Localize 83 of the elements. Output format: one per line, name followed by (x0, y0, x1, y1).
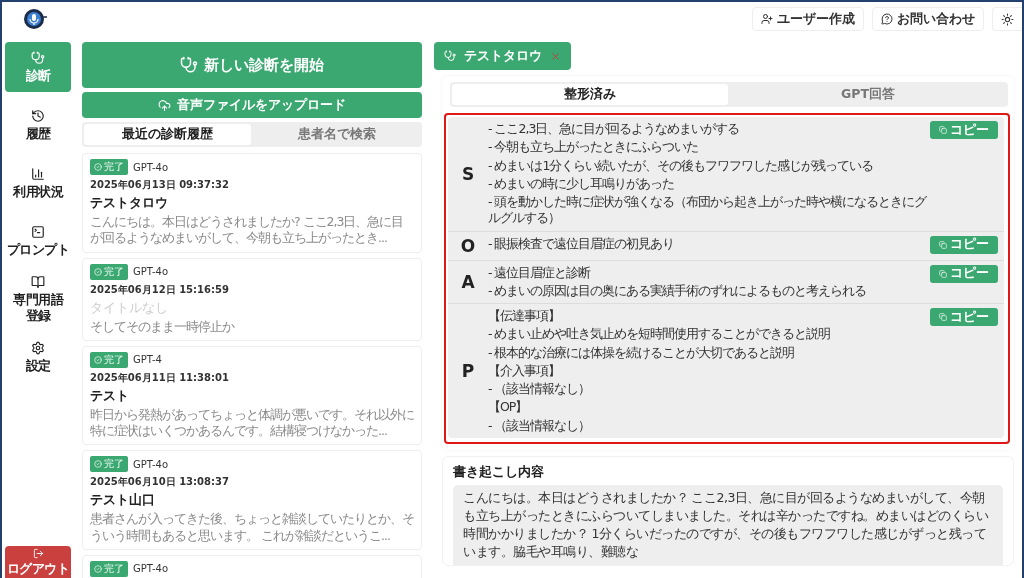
header-button[interactable]: お問い合わせ (872, 7, 984, 31)
soap-line: 【伝達事項】 (488, 308, 561, 325)
model-name: GPT-4o (133, 563, 169, 575)
soap-line: - めまいの時に少し耳鳴りがあった (488, 175, 676, 192)
logout-button[interactable]: ログアウト (5, 546, 71, 578)
soap-line: 【OP】 (488, 399, 529, 416)
card-excerpt: こんにちは。本日はどうされましたか? ここ2,3日、急に目が回るようなめまいがして、今朝も立ち上がったとき... (90, 214, 405, 247)
card-title: テストタロウ (90, 195, 169, 211)
sidebar-item[interactable]: 履歴 (5, 100, 71, 150)
soap-line: - 遠位目眉症と診断 (488, 264, 592, 281)
history-icon (31, 108, 45, 123)
soap-line: - 眼振検査で遠位目眉症の初見あり (488, 235, 676, 252)
history-card[interactable]: 完了 GPT-4o 2025年06月10日 13:08:37 テスト山口 患者さんが入ってきた後、ちょっと雑談していたりとか、そういう時間もあると思います。 これが雑談だというこ... (82, 450, 422, 550)
status-badge: 完了 (90, 456, 128, 473)
sidebar-item[interactable]: 利用状況 (5, 158, 71, 208)
theme-toggle-button[interactable] (992, 7, 1022, 31)
soap-line: - めまいの原因は目の奥にある実績手術のずれによるものと考えられる (488, 282, 868, 299)
soap-letter: A (461, 271, 475, 292)
soap-line: - 根本的な治療には体操を続けることが大切であると説明 (488, 344, 796, 361)
sun-icon (1001, 12, 1014, 26)
model-name: GPT-4 (133, 354, 162, 366)
card-title: テスト (90, 387, 130, 404)
copy-icon (939, 269, 947, 278)
view-tab[interactable]: GPT回答 (730, 84, 1006, 105)
logo-icon (22, 8, 48, 30)
model-name: GPT-4o (133, 161, 169, 173)
card-excerpt: 昨日から発熱があってちょっと体調が悪いです。それ以外に特に症状はいくつかあるんです。結構寝つけなかった... (90, 406, 414, 440)
soap-line: - めまい止めや吐き気止めを短時間使用することができると説明 (488, 326, 832, 343)
history-card[interactable]: 完了 GPT-4o (82, 554, 422, 578)
upload-icon (158, 98, 171, 112)
soap-line: - 今朝も立ち上がったときにふらついた (488, 139, 700, 156)
view-tab[interactable]: 整形済み (452, 84, 728, 105)
status-badge: 完了 (90, 159, 128, 175)
copy-icon (939, 126, 947, 134)
transcript-text: こんにちは。本日はどうされましたか？ ここ2,3日、急に目が回るようなめまいがして、今朝も立ち上がったときにふらついてしまいました。それは辛かったですね。めまいはどのくらい時間かかりましたか？ 1分くらいだったのですが、その後もフワフワした感じがずっと残っています。脇毛や耳鳴り、難聴な (453, 484, 1003, 566)
copy-icon (939, 313, 947, 321)
sidebar-item[interactable]: 専門用語登録 (5, 274, 71, 324)
soap-line: - （該当情報なし） (488, 381, 592, 398)
soap-letter: S (461, 163, 475, 184)
sidebar-item[interactable]: プロンプト (5, 216, 71, 266)
history-card[interactable]: 完了 GPT-4o 2025年06月13日 09:37:32 テストタロウ こんにちは。本日はどうされましたか? ここ2,3日、急に目が回るようなめまいがして、今朝も立ち上がったとき... (82, 153, 422, 253)
history-tab[interactable]: 患者名で検索 (253, 124, 420, 145)
model-name: GPT-4o (133, 458, 169, 470)
header-button[interactable]: ユーザー作成 (752, 7, 864, 31)
card-title: テスト山口 (90, 492, 156, 509)
book-icon (31, 274, 45, 289)
transcript-title: 書き起こし内容 (453, 462, 545, 481)
check-icon (94, 267, 102, 276)
stethoscope-icon (180, 56, 198, 74)
soap-line: 【介入事項】 (488, 362, 561, 379)
bar-chart-icon (31, 166, 45, 181)
logout-icon (32, 548, 44, 559)
check-icon (94, 163, 102, 171)
card-date: 2025年06月11日 11:38:01 (90, 370, 230, 385)
card-date: 2025年06月10日 13:08:37 (90, 475, 230, 490)
status-badge: 完了 (90, 560, 128, 577)
soap-letter: O (460, 235, 476, 256)
stethoscope-icon (444, 50, 456, 62)
card-excerpt: 患者さんが入ってきた後、ちょっと雑談していたりとか、そういう時間もあると思います。 これが雑談だというこ... (90, 511, 414, 544)
soap-line: - ここ2,3日、急に目が回るようなめまいがする (488, 121, 741, 138)
tab-label: テストタロウ (464, 47, 542, 65)
check-icon (94, 564, 102, 573)
help-icon (881, 13, 893, 25)
status-badge: 完了 (90, 263, 128, 280)
check-icon (94, 355, 102, 364)
card-date: 2025年06月12日 15:16:59 (90, 282, 230, 297)
soap-line: - （該当情報なし） (488, 417, 592, 434)
check-icon (94, 460, 102, 469)
soap-line: - めまいは1分くらい続いたが、その後もフワフワした感じが残っている (488, 157, 875, 174)
copy-icon (939, 240, 947, 249)
terminal-icon (31, 224, 45, 239)
user-add-icon (761, 13, 773, 25)
soap-line: - 頭を動かした時に症状が強くなる（布団から起き上がった時や横になるときにグルグルする） (488, 194, 928, 227)
stethoscope-icon (31, 50, 45, 65)
history-tab[interactable]: 最近の診断履歴 (84, 124, 251, 145)
sidebar-item[interactable]: 設定 (5, 332, 71, 382)
settings-icon (31, 340, 45, 355)
model-name: GPT-4o (133, 266, 169, 277)
history-card[interactable]: 完了 GPT-4 2025年06月11日 11:38:01 テスト 昨日から発熱があってちょっと体調が悪いです。それ以外に特に症状はいくつかあるんです。結構寝つけなかった... (82, 345, 422, 446)
status-badge: 完了 (90, 351, 128, 368)
card-excerpt: そしてそのまま一時停止か (90, 318, 236, 335)
soap-letter: P (461, 360, 475, 381)
card-date: 2025年06月13日 09:37:32 (90, 178, 230, 192)
